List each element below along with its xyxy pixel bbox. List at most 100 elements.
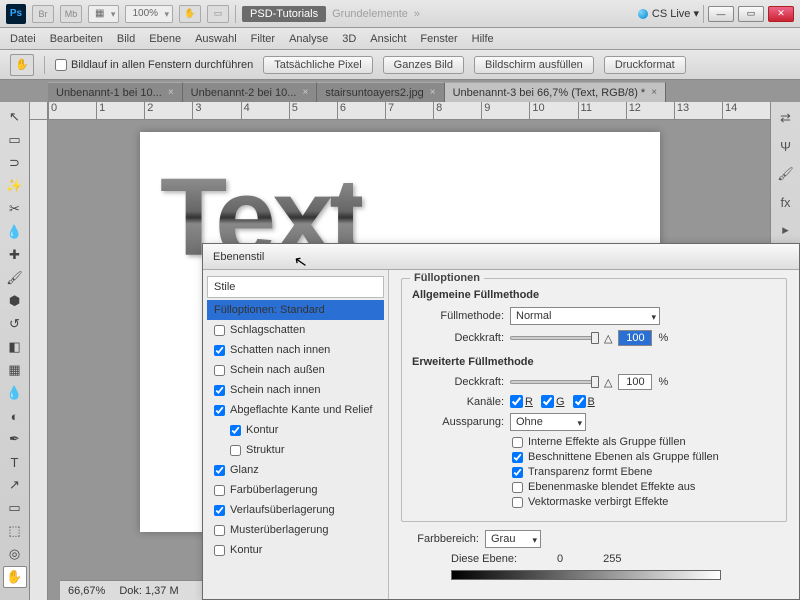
history-icon[interactable]: Ψ xyxy=(776,136,796,156)
close-icon[interactable]: × xyxy=(168,87,174,98)
channel-b-checkbox[interactable]: B xyxy=(573,395,595,408)
ruler-horizontal[interactable]: 01234567891011121314 xyxy=(48,102,770,120)
type-tool[interactable]: T xyxy=(3,451,27,473)
fill-option-2[interactable]: Transparenz formt Ebene xyxy=(512,466,776,478)
fill-option-0[interactable]: Interne Effekte als Gruppe füllen xyxy=(512,436,776,448)
style-item-8[interactable]: Glanz xyxy=(207,460,384,480)
knockout-combo[interactable]: Ohne xyxy=(510,413,586,431)
style-item-7[interactable]: Struktur xyxy=(207,440,384,460)
dialog-title[interactable]: Ebenenstil xyxy=(203,244,799,270)
window-close[interactable]: ✕ xyxy=(768,6,794,22)
gradient-tool[interactable]: ▦ xyxy=(3,359,27,381)
window-minimize[interactable]: — xyxy=(708,6,734,22)
fill-opacity-input[interactable]: 100 xyxy=(618,374,652,390)
fill-screen-button[interactable]: Bildschirm ausfüllen xyxy=(474,56,594,74)
3d-camera-tool[interactable]: ◎ xyxy=(3,543,27,565)
blend-if-combo[interactable]: Grau xyxy=(485,530,541,548)
blend-mode-combo[interactable]: Normal xyxy=(510,307,660,325)
eyedropper-tool[interactable]: 💧 xyxy=(3,221,27,243)
healing-tool[interactable]: ✚ xyxy=(3,244,27,266)
status-zoom[interactable]: 66,67% xyxy=(68,585,105,597)
slider-handle-icon[interactable]: △ xyxy=(604,376,612,389)
brush-tool[interactable]: 🖌 xyxy=(3,267,27,289)
styles-header[interactable]: Stile xyxy=(207,276,384,298)
ruler-vertical[interactable] xyxy=(30,120,48,600)
print-size-button[interactable]: Druckformat xyxy=(604,56,686,74)
scroll-all-windows-checkbox[interactable]: Bildlauf in allen Fenstern durchführen xyxy=(55,59,253,71)
opacity-input[interactable]: 100 xyxy=(618,330,652,346)
style-item-1[interactable]: Schlagschatten xyxy=(207,320,384,340)
brush-panel-icon[interactable]: 🖌 xyxy=(776,164,796,184)
tab-stairs[interactable]: stairsuntoayers2.jpg× xyxy=(317,82,444,102)
slider-handle-icon[interactable]: △ xyxy=(604,332,612,345)
lasso-tool[interactable]: ⊃ xyxy=(3,152,27,174)
menu-3d[interactable]: 3D xyxy=(342,33,356,45)
shape-tool[interactable]: ▭ xyxy=(3,497,27,519)
menu-bearbeiten[interactable]: Bearbeiten xyxy=(50,33,103,45)
fill-option-1[interactable]: Beschnittene Ebenen als Gruppe füllen xyxy=(512,451,776,463)
ruler-origin[interactable] xyxy=(30,102,48,120)
tab-unbenannt-1[interactable]: Unbenannt-1 bei 10...× xyxy=(48,82,183,102)
style-item-12[interactable]: Kontur xyxy=(207,540,384,560)
dodge-tool[interactable]: ◐ xyxy=(3,405,27,427)
cs-live-menu[interactable]: CS Live ▾ xyxy=(652,7,699,20)
menu-ansicht[interactable]: Ansicht xyxy=(370,33,406,45)
channel-r-checkbox[interactable]: R xyxy=(510,395,533,408)
current-tool-hand[interactable]: ✋ xyxy=(10,54,34,76)
close-icon[interactable]: × xyxy=(430,87,436,98)
workspace-grundelemente[interactable]: Grundelemente xyxy=(332,8,408,20)
eraser-tool[interactable]: ◧ xyxy=(3,336,27,358)
fill-option-3[interactable]: Ebenenmaske blendet Effekte aus xyxy=(512,481,776,493)
blend-if-gradient[interactable] xyxy=(451,570,721,580)
wand-tool[interactable]: ✨ xyxy=(3,175,27,197)
workspace-more[interactable]: » xyxy=(414,8,420,20)
hand-indicator[interactable]: ✋ xyxy=(179,5,201,23)
style-item-3[interactable]: Schein nach außen xyxy=(207,360,384,380)
fill-opacity-slider[interactable] xyxy=(510,380,598,384)
style-item-11[interactable]: Musterüberlagerung xyxy=(207,520,384,540)
swatches-icon[interactable]: fx xyxy=(776,192,796,212)
menu-filter[interactable]: Filter xyxy=(251,33,275,45)
window-maximize[interactable]: ▭ xyxy=(738,6,764,22)
pen-tool[interactable]: ✒ xyxy=(3,428,27,450)
view-arrange-combo[interactable]: ▦ xyxy=(88,5,119,23)
close-icon[interactable]: × xyxy=(302,87,308,98)
menu-datei[interactable]: Datei xyxy=(10,33,36,45)
menu-ebene[interactable]: Ebene xyxy=(149,33,181,45)
menu-hilfe[interactable]: Hilfe xyxy=(472,33,494,45)
style-item-10[interactable]: Verlaufsüberlagerung xyxy=(207,500,384,520)
status-doc-size[interactable]: Dok: 1,37 M xyxy=(119,585,178,597)
actual-pixels-button[interactable]: Tatsächliche Pixel xyxy=(263,56,372,74)
style-item-6[interactable]: Kontur xyxy=(207,420,384,440)
minibridge-button[interactable]: Mb xyxy=(60,5,82,23)
view-extras[interactable]: ▭ xyxy=(207,5,229,23)
style-item-0[interactable]: Fülloptionen: Standard xyxy=(207,300,384,320)
style-item-5[interactable]: Abgeflachte Kante und Relief xyxy=(207,400,384,420)
menu-analyse[interactable]: Analyse xyxy=(289,33,328,45)
menu-fenster[interactable]: Fenster xyxy=(420,33,457,45)
menu-auswahl[interactable]: Auswahl xyxy=(195,33,237,45)
style-item-9[interactable]: Farbüberlagerung xyxy=(207,480,384,500)
play-icon[interactable]: ▸ xyxy=(776,220,796,240)
blur-tool[interactable]: 💧 xyxy=(3,382,27,404)
zoom-combo[interactable]: 100% xyxy=(125,5,173,23)
swap-icon[interactable]: ⇄ xyxy=(776,108,796,128)
path-tool[interactable]: ↗ xyxy=(3,474,27,496)
hand-tool[interactable]: ✋ xyxy=(3,566,27,588)
fit-screen-button[interactable]: Ganzes Bild xyxy=(383,56,464,74)
marquee-tool[interactable]: ▭ xyxy=(3,129,27,151)
workspace-psd-tutorials[interactable]: PSD-Tutorials xyxy=(242,6,326,22)
opacity-slider[interactable] xyxy=(510,336,598,340)
tab-unbenannt-3[interactable]: Unbenannt-3 bei 66,7% (Text, RGB/8) *× xyxy=(445,82,666,102)
fill-option-4[interactable]: Vektormaske verbirgt Effekte xyxy=(512,496,776,508)
move-tool[interactable]: ↖ xyxy=(3,106,27,128)
channel-g-checkbox[interactable]: G xyxy=(541,395,565,408)
stamp-tool[interactable]: ⬢ xyxy=(3,290,27,312)
3d-tool[interactable]: ⬚ xyxy=(3,520,27,542)
style-item-2[interactable]: Schatten nach innen xyxy=(207,340,384,360)
crop-tool[interactable]: ✂ xyxy=(3,198,27,220)
bridge-button[interactable]: Br xyxy=(32,5,54,23)
tab-unbenannt-2[interactable]: Unbenannt-2 bei 10...× xyxy=(183,82,318,102)
menu-bild[interactable]: Bild xyxy=(117,33,135,45)
style-item-4[interactable]: Schein nach innen xyxy=(207,380,384,400)
